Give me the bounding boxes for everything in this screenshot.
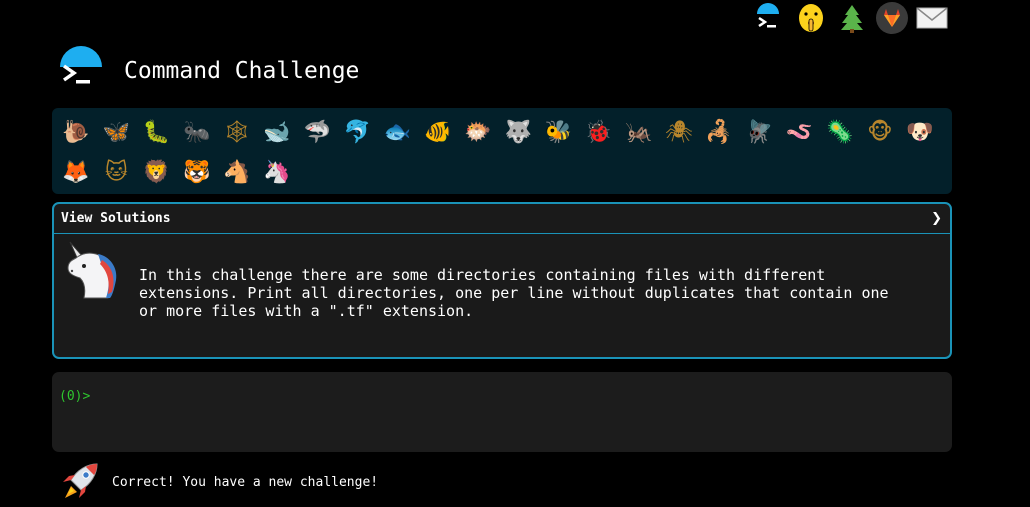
mail-icon[interactable]	[916, 2, 948, 34]
logo-icon[interactable]	[56, 46, 106, 96]
whale-icon[interactable]: 🐋	[257, 112, 297, 152]
blowfish-icon[interactable]: 🐡	[458, 112, 498, 152]
caterpillar-icon[interactable]: 🐛	[136, 112, 176, 152]
challenge-panel: View Solutions ❯ In this challenge there…	[52, 202, 952, 359]
challenge-body: In this challenge there are some directo…	[54, 234, 950, 357]
challenge-progress-bar: 🐌 🦋 🐛 🐜 🕸 🐋 🦈 🐬 🐟 🐠 🐡 🐺 🐝 🐞 🦗 🕷 🦂 🪰 🪱 🦠 🐵 🐶 🦊 🐱 🦁 🐯 🐴 🦄	[52, 108, 952, 194]
unicorn-icon[interactable]: 🦄	[257, 152, 297, 192]
ant-icon[interactable]: 🐜	[177, 112, 217, 152]
wolf-icon[interactable]: 🐺	[498, 112, 538, 152]
shark-icon[interactable]: 🦈	[297, 112, 337, 152]
chevron-right-icon[interactable]: ❯	[931, 211, 942, 226]
emoji-row: 🐌 🦋 🐛 🐜 🕸 🐋 🦈 🐬 🐟 🐠 🐡 🐺 🐝 🐞 🦗 🕷 🦂 🪰 🪱 🦠 🐵 🐶	[56, 112, 948, 152]
fish-icon[interactable]: 🐟	[378, 112, 418, 152]
horse-icon[interactable]: 🐴	[217, 152, 257, 192]
view-solutions-label: View Solutions	[61, 211, 171, 226]
bee-icon[interactable]: 🐝	[538, 112, 578, 152]
spider-icon[interactable]: 🕷	[659, 112, 699, 152]
tropical-fish-icon[interactable]: 🐠	[418, 112, 458, 152]
fox-icon[interactable]: 🦊	[56, 152, 96, 192]
page-title: Command Challenge	[124, 58, 360, 84]
monkey-icon[interactable]: 🐵	[860, 112, 900, 152]
challenge-description: In this challenge there are some directo…	[139, 266, 889, 320]
dolphin-icon[interactable]: 🐬	[337, 112, 377, 152]
cat-icon[interactable]: 🐱	[96, 152, 136, 192]
terminal-icon[interactable]	[752, 2, 784, 34]
unicorn-icon	[62, 240, 124, 302]
microbe-icon[interactable]: 🦠	[820, 112, 860, 152]
status-text: Correct! You have a new challenge!	[112, 474, 379, 490]
cricket-icon[interactable]: 🦗	[619, 112, 659, 152]
fly-icon[interactable]: 🪰	[739, 112, 779, 152]
emoji-row: 🦊 🐱 🦁 🐯 🐴 🦄	[56, 152, 948, 192]
butterfly-icon[interactable]: 🦋	[96, 112, 136, 152]
scorpion-icon[interactable]: 🦂	[699, 112, 739, 152]
status-message: Correct! You have a new challenge!	[58, 462, 558, 502]
spiderweb-icon[interactable]: 🕸	[217, 112, 257, 152]
snail-icon[interactable]: 🐌	[56, 112, 96, 152]
tiger-icon[interactable]: 🐯	[177, 152, 217, 192]
lion-icon[interactable]: 🦁	[136, 152, 176, 192]
ladybug-icon[interactable]: 🐞	[578, 112, 618, 152]
shushing-face-icon[interactable]	[795, 2, 827, 34]
rocket-icon	[58, 462, 102, 502]
view-solutions-toggle[interactable]: View Solutions ❯	[54, 204, 950, 234]
terminal-input-area[interactable]: (0)>	[52, 372, 952, 452]
gitlab-icon[interactable]	[876, 2, 908, 34]
top-nav	[0, 0, 1030, 40]
worm-icon[interactable]: 🪱	[779, 112, 819, 152]
dog-icon[interactable]: 🐶	[900, 112, 940, 152]
terminal-prompt: (0)>	[59, 389, 91, 404]
tree-icon[interactable]	[836, 2, 868, 34]
page-header: Command Challenge	[56, 46, 956, 96]
